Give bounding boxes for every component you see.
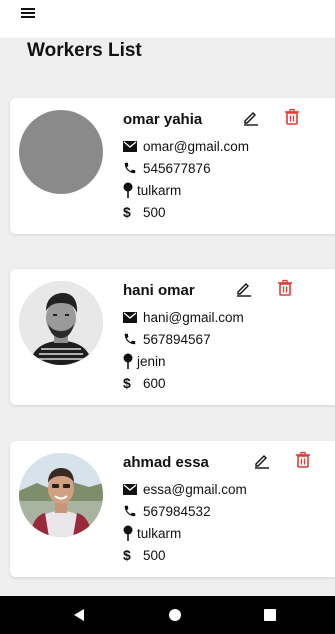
phone-icon [123,502,141,520]
pencil-icon [237,283,251,297]
trash-icon [285,108,299,125]
edit-button[interactable] [235,279,253,297]
square-recents-icon [264,609,276,621]
email-row: essa@gmail.com [123,479,247,499]
pencil-icon [244,112,258,126]
dollar-icon: $ [123,204,131,220]
phone-text: 545677876 [143,160,211,176]
menu-icon [21,8,35,18]
person-photo [19,281,103,365]
phone-text: 567984532 [143,503,211,519]
trash-icon [278,279,292,296]
circle-home-icon [169,609,181,621]
avatar [19,281,103,365]
phone-row: 545677876 [123,158,211,178]
email-row: hani@gmail.com [123,307,244,327]
email-icon [123,480,141,498]
dollar-icon: $ [123,547,131,563]
location-pin-icon [123,352,137,370]
phone-text: 567894567 [143,331,211,347]
salary-row: $ 500 [123,202,166,222]
email-text: omar@gmail.com [143,138,249,154]
trash-icon [296,451,310,468]
location-pin-icon [123,524,137,542]
location-row: tulkarm [123,180,181,200]
delete-button[interactable] [276,279,294,297]
menu-button[interactable] [21,2,47,24]
email-icon [123,308,141,326]
app-bar [0,0,335,38]
worker-card[interactable]: omar yahia omar@gmail.com 545677876 tulk… [10,98,335,234]
triangle-back-icon [74,609,84,621]
phone-row: 567984532 [123,501,211,521]
delete-button[interactable] [283,108,301,126]
location-pin-icon [123,181,137,199]
location-row: tulkarm [123,523,181,543]
avatar [19,453,103,537]
person-photo [19,453,103,537]
phone-icon [123,330,141,348]
salary-text: 600 [143,375,166,391]
dollar-icon: $ [123,375,131,391]
location-text: tulkarm [137,525,182,541]
salary-text: 500 [143,204,166,220]
worker-name: omar yahia [123,111,203,128]
worker-card[interactable]: hani omar hani@gmail.com 567894567 jenin [10,269,335,405]
nav-recents-button[interactable] [261,606,279,624]
salary-row: $ 500 [123,545,166,565]
worker-name: ahmad essa [123,454,209,471]
worker-card[interactable]: ahmad essa essa@gmail.com 567984532 tulk… [10,441,335,577]
page-title: Workers List [27,40,142,61]
pencil-icon [255,455,269,469]
salary-row: $ 600 [123,373,166,393]
edit-button[interactable] [253,451,271,469]
phone-row: 567894567 [123,329,211,349]
edit-button[interactable] [242,108,260,126]
email-icon [123,137,141,155]
email-text: essa@gmail.com [143,481,247,497]
location-text: tulkarm [137,182,182,198]
delete-button[interactable] [294,451,312,469]
worker-name: hani omar [123,282,195,299]
nav-back-button[interactable] [70,606,88,624]
salary-text: 500 [143,547,166,563]
nav-home-button[interactable] [166,606,184,624]
email-row: omar@gmail.com [123,136,249,156]
location-row: jenin [123,351,166,371]
location-text: jenin [137,353,166,369]
phone-icon [123,159,141,177]
email-text: hani@gmail.com [143,309,244,325]
system-nav-bar [0,596,335,634]
avatar [19,110,103,194]
